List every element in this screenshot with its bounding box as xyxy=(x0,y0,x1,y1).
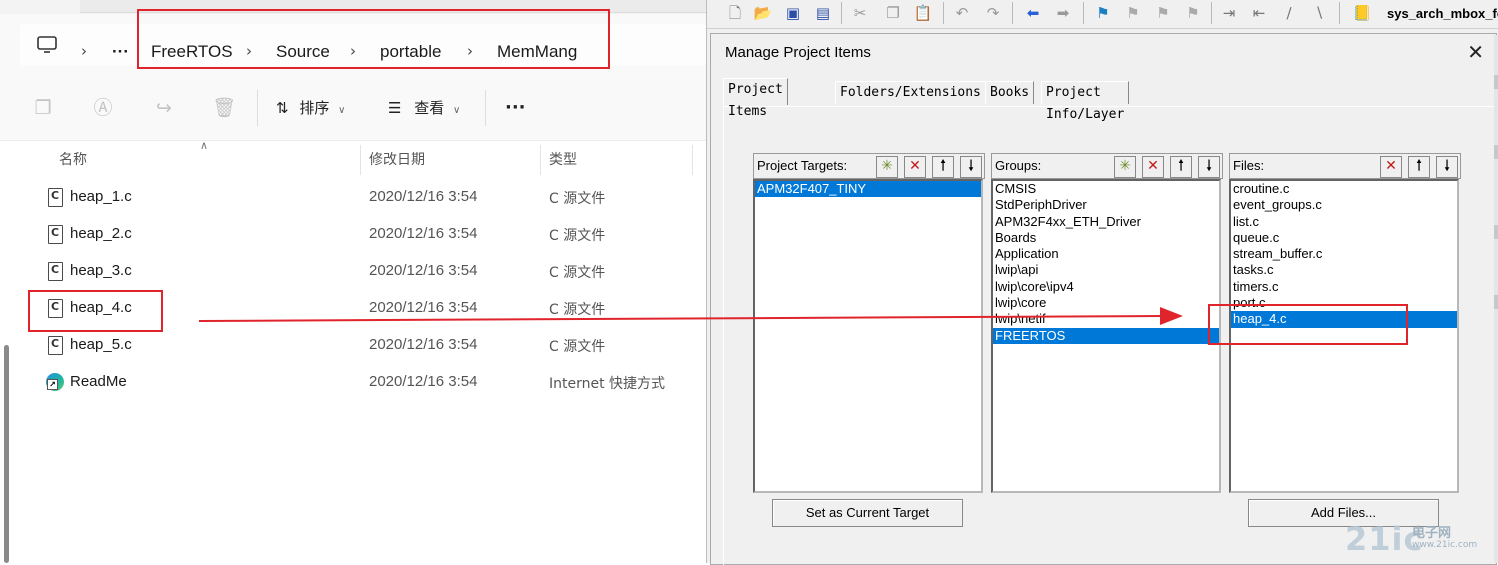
tab-project-items[interactable]: Project Items xyxy=(723,78,788,119)
watermark-url: www.21ic.com xyxy=(1412,540,1478,550)
watermark-cn: 电子网 xyxy=(1412,526,1452,541)
arrow-head xyxy=(1160,307,1183,325)
arrow-line xyxy=(198,315,1163,322)
